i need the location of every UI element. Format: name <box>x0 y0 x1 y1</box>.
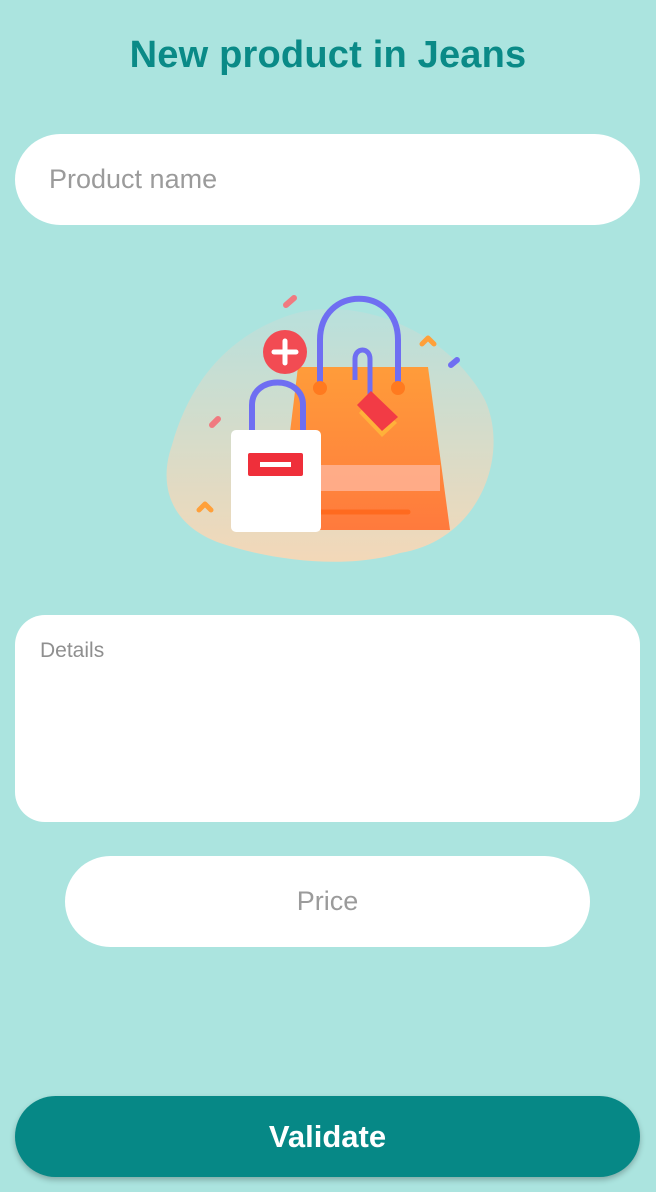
plus-badge-icon <box>263 330 307 374</box>
page-title: New product in Jeans <box>129 34 527 76</box>
white-bag <box>231 430 321 532</box>
validate-button[interactable]: Validate <box>15 1096 640 1177</box>
price-input[interactable] <box>65 856 590 947</box>
details-textarea[interactable] <box>15 615 640 822</box>
shopping-bag-illustration <box>160 285 500 575</box>
product-name-input[interactable] <box>15 134 640 225</box>
